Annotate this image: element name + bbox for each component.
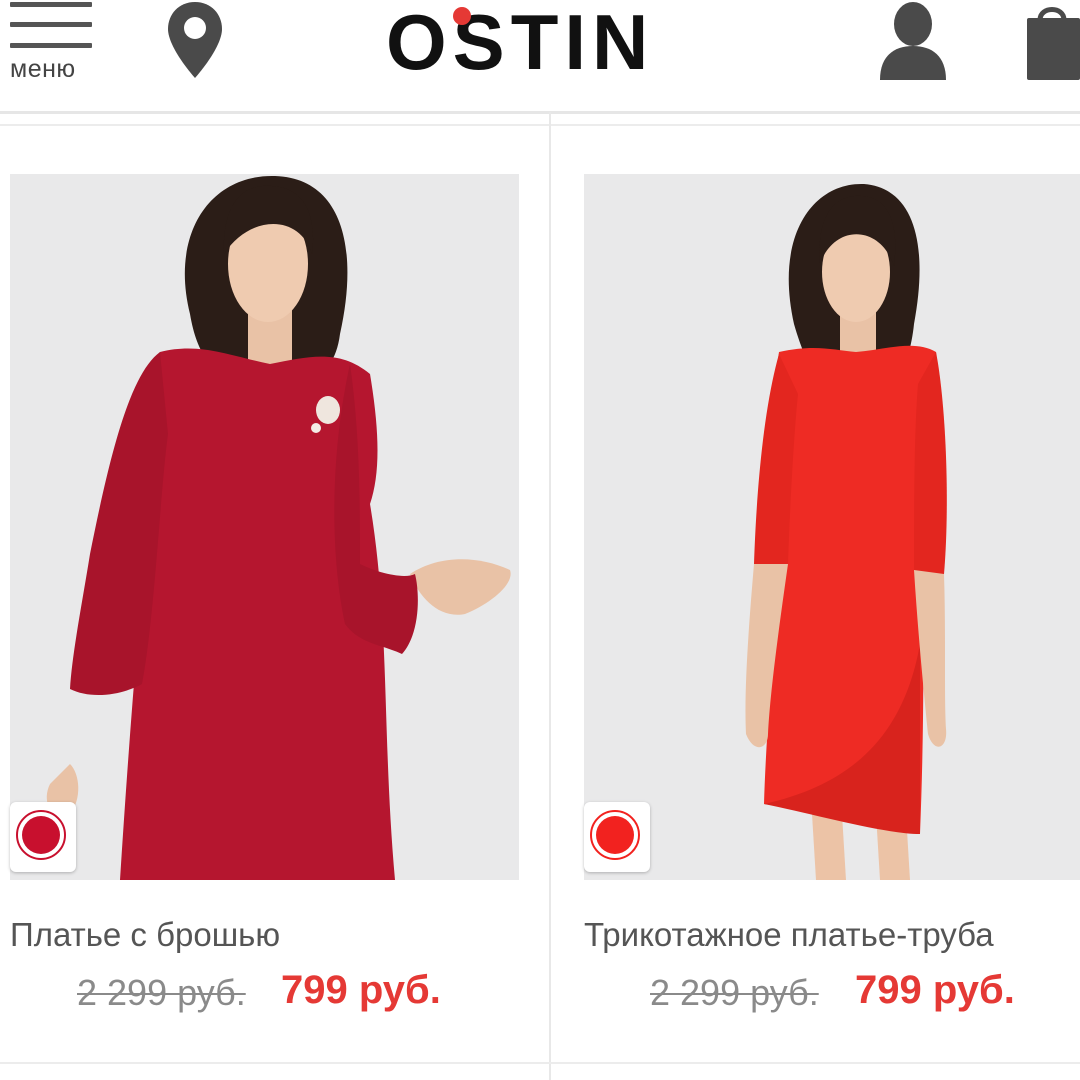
user-icon <box>880 2 946 80</box>
menu-button[interactable]: меню <box>8 0 98 100</box>
cart-button[interactable] <box>1024 0 1080 82</box>
logo-dot <box>453 7 471 25</box>
color-swatch[interactable] <box>10 802 76 872</box>
location-pin-icon <box>168 2 222 78</box>
menu-label: меню <box>10 55 76 83</box>
site-header: меню OSTIN <box>0 0 1080 114</box>
logo-text: OSTIN <box>386 0 655 86</box>
shopping-bag-icon <box>1027 7 1080 80</box>
color-swatch[interactable] <box>584 802 650 872</box>
old-price: 2 299 руб. <box>77 972 246 1013</box>
swatch-fill <box>22 816 60 854</box>
header-divider <box>0 111 1080 114</box>
sale-price: 799 руб. <box>855 968 1015 1012</box>
product-name[interactable]: Трикотажное платье-труба <box>584 916 994 954</box>
old-price: 2 299 руб. <box>650 972 819 1013</box>
swatch-ring <box>16 810 66 860</box>
grid-bottom-divider <box>0 1062 1080 1064</box>
product-card[interactable]: Платье с брошью 2 299 руб. 799 руб. <box>0 126 549 1062</box>
product-name[interactable]: Платье с брошью <box>10 916 280 954</box>
product-photo[interactable] <box>584 174 1080 880</box>
product-card[interactable]: Трикотажное платье-труба 2 299 руб. 799 … <box>551 126 1080 1062</box>
sale-price: 799 руб. <box>281 968 441 1012</box>
brand-logo[interactable]: OSTIN <box>386 0 716 90</box>
account-button[interactable] <box>876 0 950 82</box>
product-photo[interactable] <box>10 174 519 880</box>
store-locator-button[interactable] <box>166 0 224 84</box>
swatch-fill <box>596 816 634 854</box>
swatch-ring <box>590 810 640 860</box>
model-illustration <box>46 175 511 880</box>
model-illustration <box>745 183 947 880</box>
